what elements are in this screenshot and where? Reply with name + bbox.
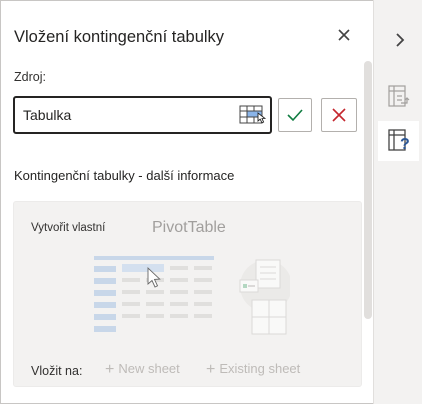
pane-scrollbar[interactable] bbox=[364, 61, 372, 319]
rail-item-pivot-layout[interactable] bbox=[378, 77, 419, 117]
svg-text:?: ? bbox=[400, 136, 410, 153]
create-your-own-card[interactable]: Vytvořit vlastní PivotTable Vložit na: +… bbox=[13, 201, 362, 387]
close-icon bbox=[338, 29, 350, 41]
pivottable-illustration bbox=[94, 256, 290, 335]
checkmark-icon bbox=[287, 109, 303, 122]
chevron-right-icon bbox=[396, 33, 405, 47]
new-sheet-option[interactable]: + New sheet bbox=[105, 361, 180, 379]
collapse-pane-button[interactable] bbox=[388, 28, 412, 52]
plus-icon: + bbox=[105, 361, 115, 378]
side-rail: ? bbox=[373, 0, 422, 404]
x-icon bbox=[332, 108, 346, 122]
range-picker-button[interactable] bbox=[239, 103, 269, 127]
pivot-help-icon: ? bbox=[388, 129, 410, 153]
existing-sheet-option[interactable]: + Existing sheet bbox=[206, 361, 300, 379]
rail-item-pivot-help[interactable]: ? bbox=[378, 121, 419, 161]
confirm-button[interactable] bbox=[278, 98, 312, 132]
close-button[interactable] bbox=[334, 25, 354, 45]
existing-sheet-label: Existing sheet bbox=[219, 361, 301, 376]
insert-on-label: Vložit na: bbox=[31, 364, 83, 378]
pane-title: Vložení kontingenční tabulky bbox=[14, 28, 225, 46]
create-own-label: Vytvořit vlastní bbox=[31, 222, 106, 234]
table-select-icon bbox=[239, 105, 267, 124]
pivottable-label: PivotTable bbox=[152, 219, 226, 236]
source-range-field[interactable] bbox=[13, 96, 272, 134]
new-sheet-label: New sheet bbox=[118, 361, 180, 376]
plus-icon: + bbox=[206, 361, 216, 378]
source-input[interactable] bbox=[23, 106, 233, 124]
source-label: Zdroj: bbox=[14, 70, 46, 84]
pivot-layout-icon bbox=[388, 85, 410, 107]
cancel-button[interactable] bbox=[321, 98, 357, 132]
more-info-heading: Kontingenční tabulky - další informace bbox=[14, 168, 235, 183]
insert-pivottable-pane: Vložení kontingenční tabulky Zdroj: Tabu… bbox=[0, 0, 373, 404]
